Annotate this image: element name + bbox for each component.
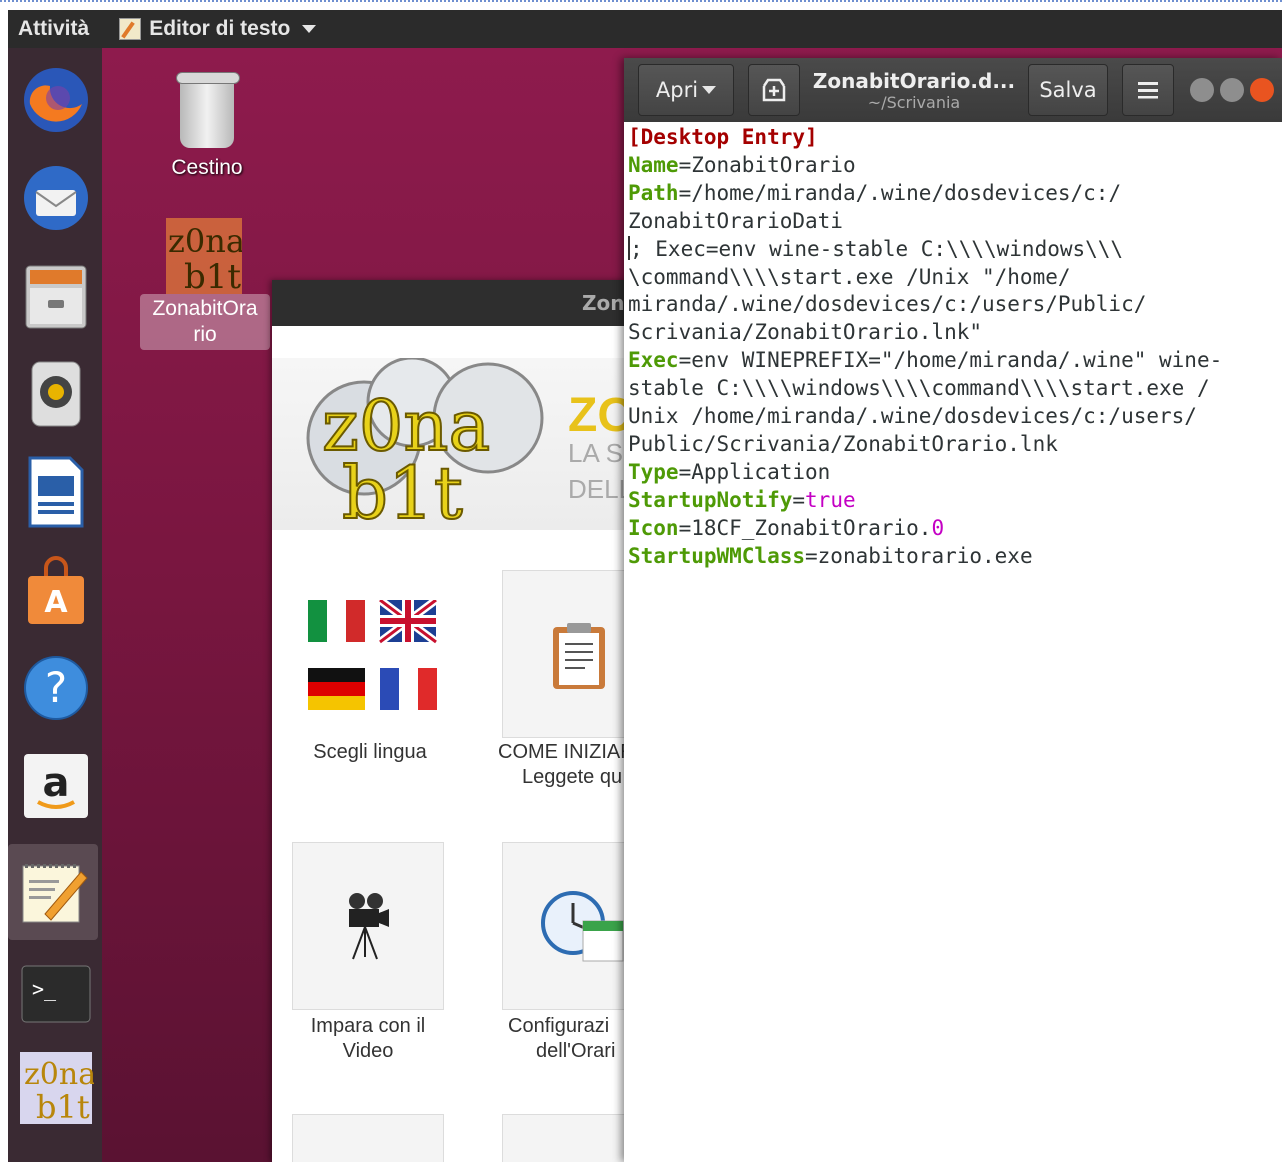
clipboard-icon: [553, 623, 605, 689]
speaker-icon: [31, 361, 81, 427]
notepad-pencil-icon: [22, 864, 88, 923]
text-editor-window: Apri ZonabitOrario.d... ~/Scrivania Salv…: [624, 58, 1282, 1162]
banner-line2: LA S: [568, 438, 623, 468]
getting-started-label: COME INIZIAR Leggete qu: [498, 741, 632, 788]
flag-italy-icon: [308, 600, 365, 642]
dock-item-text-editor[interactable]: [8, 844, 98, 940]
caret-down-icon: [302, 25, 317, 33]
code-line: Exec=env WINEPREFIX="/home/miranda/.wine…: [628, 348, 1223, 373]
zonabit-app-icon: z0na b1t: [20, 1052, 94, 1126]
svg-text:A: A: [44, 585, 68, 620]
flag-uk-icon: [377, 600, 439, 646]
flag-germany-icon: [308, 668, 365, 710]
zonabit-window: Zon z0na b1t ZO LA S DELL Scegli lingua: [272, 280, 635, 1162]
svg-text:z0na: z0na: [168, 222, 242, 260]
clock-calendar-icon: [541, 891, 624, 962]
getting-started-tile[interactable]: [502, 570, 632, 738]
top-panel: Attività Editor di testo: [0, 0, 1282, 48]
configuration-tile-label: Configurazi dell'Orari: [508, 1015, 616, 1062]
app-menu-label: Editor di testo: [149, 17, 291, 40]
svg-text:a: a: [43, 760, 70, 806]
text-area[interactable]: [Desktop Entry] Name=ZonabitOrario Path=/h…: [628, 124, 1280, 571]
app-menu[interactable]: Editor di testo: [119, 17, 317, 41]
thunderbird-icon: [24, 166, 88, 230]
tile-partial-2[interactable]: [502, 1114, 632, 1162]
maximize-icon[interactable]: [1220, 78, 1244, 102]
hamburger-icon: [1138, 82, 1158, 99]
video-tile[interactable]: [292, 842, 444, 1010]
shopping-bag-icon: A: [28, 556, 84, 624]
code-line: miranda/.wine/dosdevices/c:/users/Public…: [628, 292, 1147, 317]
trash-label: Cestino: [171, 156, 243, 179]
code-line: StartupWMClass=zonabitorario.exe: [628, 543, 1033, 568]
zonabit-window-title[interactable]: Zon: [272, 280, 632, 326]
zonabit-desktop-icon[interactable]: z0na b1t: [166, 218, 245, 297]
code-line: Unix /home/miranda/.wine/dosdevices/c:/u…: [628, 404, 1197, 429]
zonabit-banner: z0na b1t ZO LA S DELL: [272, 358, 635, 530]
video-tile-label: Impara con il Video: [310, 1015, 426, 1062]
dock-item-terminal[interactable]: >_: [16, 954, 96, 1034]
svg-text:z0na: z0na: [24, 1057, 94, 1092]
minimize-icon[interactable]: [1190, 78, 1214, 102]
code-line: stable C:\\\\windows\\\\command\\\\start…: [628, 376, 1210, 401]
files-icon: [25, 265, 87, 329]
dock-item-software[interactable]: A: [16, 552, 96, 632]
document-title: ZonabitOrario.d... ~/Scrivania: [812, 68, 1016, 112]
caret-down-icon: [702, 86, 717, 94]
terminal-icon: >_: [21, 965, 91, 1023]
tile-partial-1[interactable]: [292, 1114, 444, 1162]
dock-item-rhythmbox[interactable]: [16, 354, 96, 434]
dock-item-thunderbird[interactable]: [16, 158, 96, 238]
code-line: Path=/home/miranda/.wine/dosdevices/c:/: [628, 180, 1122, 205]
dock-item-files[interactable]: [16, 256, 96, 336]
editor-headerbar: Apri ZonabitOrario.d... ~/Scrivania Salv…: [624, 58, 1282, 122]
code-line: ; Exec=env wine-stable C:\\\\windows\\\: [628, 235, 1124, 261]
logo-text-bottom: b1t: [342, 451, 463, 530]
flag-france-icon: [380, 668, 437, 710]
close-icon[interactable]: [1250, 78, 1274, 102]
amazon-icon: a: [24, 754, 88, 818]
open-button[interactable]: Apri: [638, 64, 734, 116]
dock-item-zonabit[interactable]: z0na b1t: [16, 1048, 96, 1128]
dock: A ? a >_ z0na b1t: [8, 48, 102, 1162]
help-icon: ?: [24, 656, 88, 720]
zonabit-desktop-label[interactable]: ZonabitOra rio: [140, 294, 270, 350]
code-line: Public/Scrivania/ZonabitOrario.lnk: [628, 431, 1058, 456]
new-document-button[interactable]: [748, 64, 800, 116]
code-line: Type=Application: [628, 459, 831, 484]
svg-text:b1t: b1t: [36, 1088, 90, 1126]
writer-icon: [28, 456, 84, 528]
desktop-icon-trash[interactable]: Cestino: [162, 72, 252, 180]
code-line: [Desktop Entry]: [628, 125, 818, 149]
svg-text:>_: >_: [32, 977, 57, 1001]
text-editor-icon: [119, 18, 142, 40]
dock-item-amazon[interactable]: a: [16, 746, 96, 826]
activities-button[interactable]: Attività: [18, 17, 89, 41]
dock-item-firefox[interactable]: [16, 60, 96, 140]
zonabit-logo: z0na b1t: [306, 358, 544, 530]
code-line: Name=ZonabitOrario: [628, 152, 856, 177]
trash-icon: [176, 72, 240, 148]
menu-button[interactable]: [1122, 64, 1174, 116]
svg-text:b1t: b1t: [184, 257, 241, 294]
code-line: Icon=18CF_ZonabitOrario.0: [628, 515, 945, 540]
save-button[interactable]: Salva: [1028, 64, 1108, 116]
svg-text:?: ?: [45, 663, 67, 712]
language-tile-label: Scegli lingua: [313, 741, 427, 763]
firefox-icon: [24, 68, 88, 132]
window-controls: [1184, 78, 1274, 102]
new-document-icon: [762, 78, 786, 102]
movie-camera-icon: [349, 893, 389, 960]
configuration-tile[interactable]: [502, 842, 632, 1010]
dock-item-writer[interactable]: [16, 452, 96, 532]
code-line: Scrivania/ZonabitOrario.lnk": [628, 320, 983, 345]
code-line: StartupNotify=true: [628, 487, 856, 512]
code-line: \command\\\\start.exe /Unix "/home/: [628, 264, 1071, 289]
language-tile[interactable]: [290, 570, 470, 710]
dock-item-help[interactable]: ?: [16, 648, 96, 728]
code-line: ZonabitOrarioDati: [628, 208, 843, 233]
